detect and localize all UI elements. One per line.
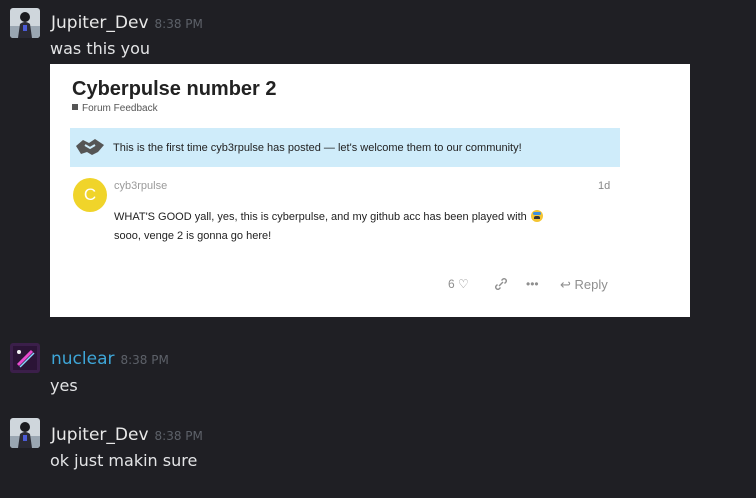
post-body-text: WHAT'S GOOD yall, yes, this is cyberpuls… bbox=[114, 211, 527, 223]
avatar[interactable] bbox=[10, 343, 40, 373]
reply-button[interactable]: ↩ Reply bbox=[560, 277, 608, 293]
author-name[interactable]: Jupiter_Dev bbox=[51, 13, 149, 33]
message-author: nuclear 8:38 PM bbox=[51, 349, 169, 369]
message-text: ok just makin sure bbox=[50, 451, 198, 470]
reply-label: Reply bbox=[574, 277, 608, 292]
message-text: yes bbox=[50, 376, 78, 395]
timestamp: 8:38 PM bbox=[154, 17, 203, 31]
embedded-image[interactable]: Cyberpulse number 2 Forum Feedback This … bbox=[50, 64, 690, 317]
message-text: was this you bbox=[50, 39, 150, 58]
category-label: Forum Feedback bbox=[82, 103, 158, 114]
banner-text: This is the first time cyb3rpulse has po… bbox=[113, 142, 522, 154]
timestamp: 8:38 PM bbox=[120, 353, 169, 367]
link-button[interactable] bbox=[494, 277, 508, 294]
nuclear-avatar-icon bbox=[10, 343, 40, 373]
jupiter-avatar-icon bbox=[10, 8, 40, 38]
like-count: 6 bbox=[448, 277, 455, 291]
jupiter-avatar-icon bbox=[10, 418, 40, 448]
topic-title: Cyberpulse number 2 bbox=[72, 78, 277, 100]
link-icon bbox=[495, 278, 507, 290]
heart-icon: ♡ bbox=[458, 277, 469, 291]
crying-face-icon bbox=[530, 210, 543, 222]
post-body-line-1: WHAT'S GOOD yall, yes, this is cyberpuls… bbox=[114, 210, 543, 223]
handshake-icon bbox=[76, 139, 104, 155]
avatar[interactable] bbox=[10, 8, 40, 38]
category-badge: Forum Feedback bbox=[72, 103, 158, 114]
poster-avatar[interactable]: C bbox=[73, 178, 107, 212]
author-name[interactable]: nuclear bbox=[51, 349, 114, 369]
post-age: 1d bbox=[598, 180, 611, 192]
first-post-banner: This is the first time cyb3rpulse has po… bbox=[70, 128, 620, 167]
avatar[interactable] bbox=[10, 418, 40, 448]
poster-username[interactable]: cyb3rpulse bbox=[114, 180, 167, 192]
message-author: Jupiter_Dev 8:38 PM bbox=[51, 13, 203, 33]
category-square-icon bbox=[72, 104, 78, 110]
post-body-line-2: sooo, venge 2 is gonna go here! bbox=[114, 230, 272, 242]
like-button[interactable]: 6 ♡ bbox=[448, 277, 469, 291]
reply-arrow-icon: ↩ bbox=[560, 277, 571, 292]
more-button[interactable]: ••• bbox=[526, 277, 539, 291]
timestamp: 8:38 PM bbox=[154, 429, 203, 443]
message-author: Jupiter_Dev 8:38 PM bbox=[51, 425, 203, 445]
ellipsis-icon: ••• bbox=[526, 277, 539, 291]
author-name[interactable]: Jupiter_Dev bbox=[51, 425, 149, 445]
